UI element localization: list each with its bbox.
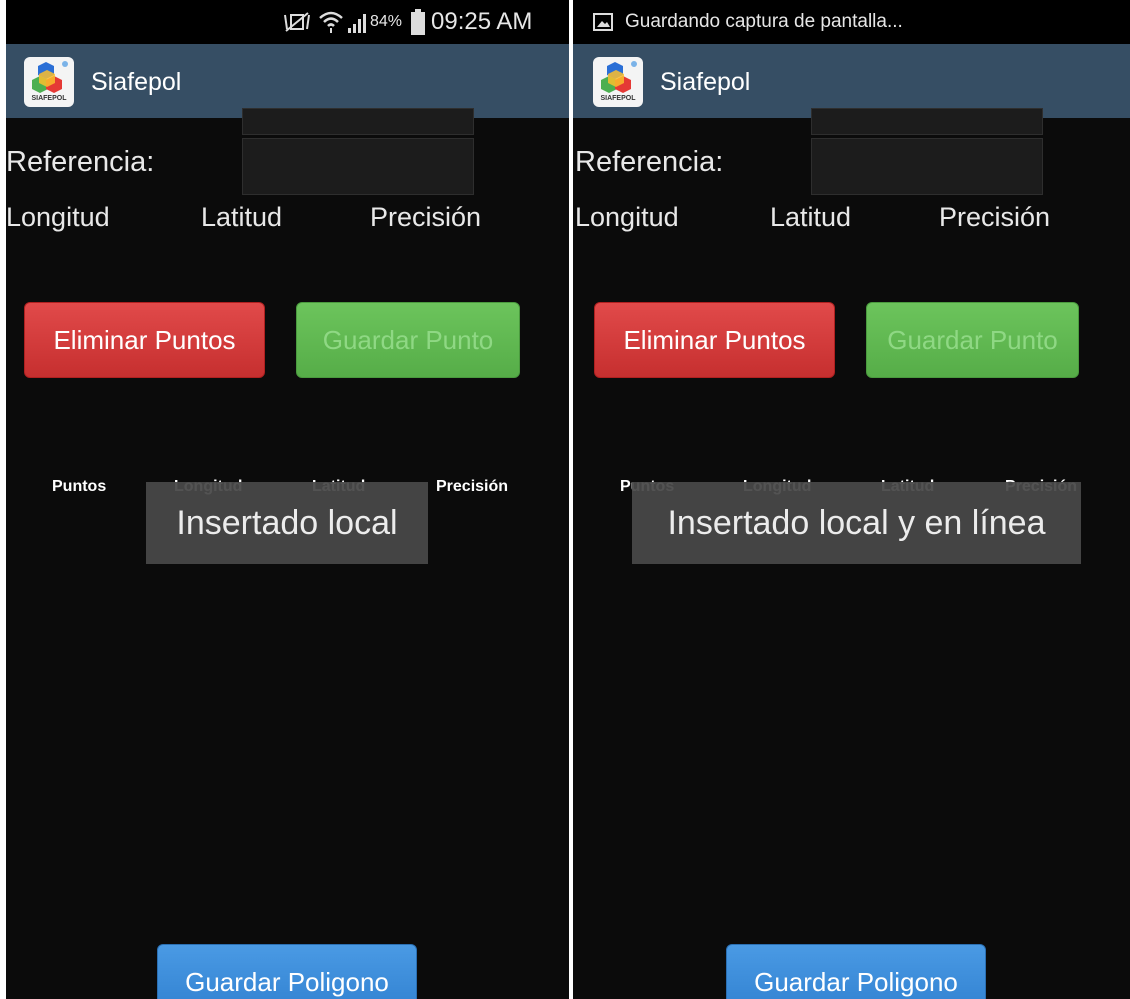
wifi-icon [319, 11, 343, 33]
toast-message: Insertado local [146, 482, 428, 564]
guardar-poligono-button[interactable]: Guardar Poligono [726, 944, 986, 999]
referencia-label: Referencia: [6, 146, 155, 178]
status-bar: 84% 09:25 AM [6, 0, 569, 44]
referencia-input[interactable] [242, 138, 474, 195]
referencia-label: Referencia: [575, 146, 724, 178]
previous-input-field[interactable] [242, 108, 474, 135]
phone-screen-left: 84% 09:25 AM SIAFEPOL Siafepol Referenci… [6, 0, 569, 999]
signal-icon [348, 14, 366, 33]
latitud-label: Latitud [201, 202, 283, 232]
toast-message: Insertado local y en línea [632, 482, 1081, 564]
table-header-puntos: Puntos [52, 478, 107, 495]
vibrate-mute-icon [284, 12, 310, 32]
eliminar-puntos-button[interactable]: Eliminar Puntos [594, 302, 835, 378]
action-bar: SIAFEPOL Siafepol [573, 44, 1130, 118]
notification-text: Guardando captura de pantalla... [625, 11, 903, 32]
referencia-input[interactable] [811, 138, 1043, 195]
precision-label: Precisión [939, 202, 1051, 232]
phone-screen-right: Guardando captura de pantalla... SIAFEPO… [573, 0, 1130, 999]
longitud-label: Longitud [575, 202, 679, 232]
table-header-precision: Precisión [436, 478, 509, 495]
guardar-punto-button[interactable]: Guardar Punto [296, 302, 520, 378]
app-title: Siafepol [91, 68, 182, 96]
status-time: 09:25 AM [431, 8, 533, 35]
logo-caption: SIAFEPOL [600, 95, 636, 102]
guardar-poligono-button[interactable]: Guardar Poligono [157, 944, 417, 999]
previous-input-field[interactable] [811, 108, 1043, 135]
eliminar-puntos-button[interactable]: Eliminar Puntos [24, 302, 265, 378]
battery-percent: 84% [370, 13, 403, 30]
latitud-label: Latitud [770, 202, 852, 232]
guardar-punto-button[interactable]: Guardar Punto [866, 302, 1079, 378]
precision-label: Precisión [370, 202, 482, 232]
app-logo-icon[interactable]: SIAFEPOL [593, 57, 643, 107]
action-bar: SIAFEPOL Siafepol [6, 44, 569, 118]
logo-caption: SIAFEPOL [31, 95, 67, 102]
app-title: Siafepol [660, 68, 751, 96]
app-logo-icon[interactable]: SIAFEPOL [24, 57, 74, 107]
screenshot-image-icon [593, 13, 613, 31]
longitud-label: Longitud [6, 202, 110, 232]
battery-icon [411, 9, 425, 35]
status-bar: Guardando captura de pantalla... [573, 0, 1130, 44]
